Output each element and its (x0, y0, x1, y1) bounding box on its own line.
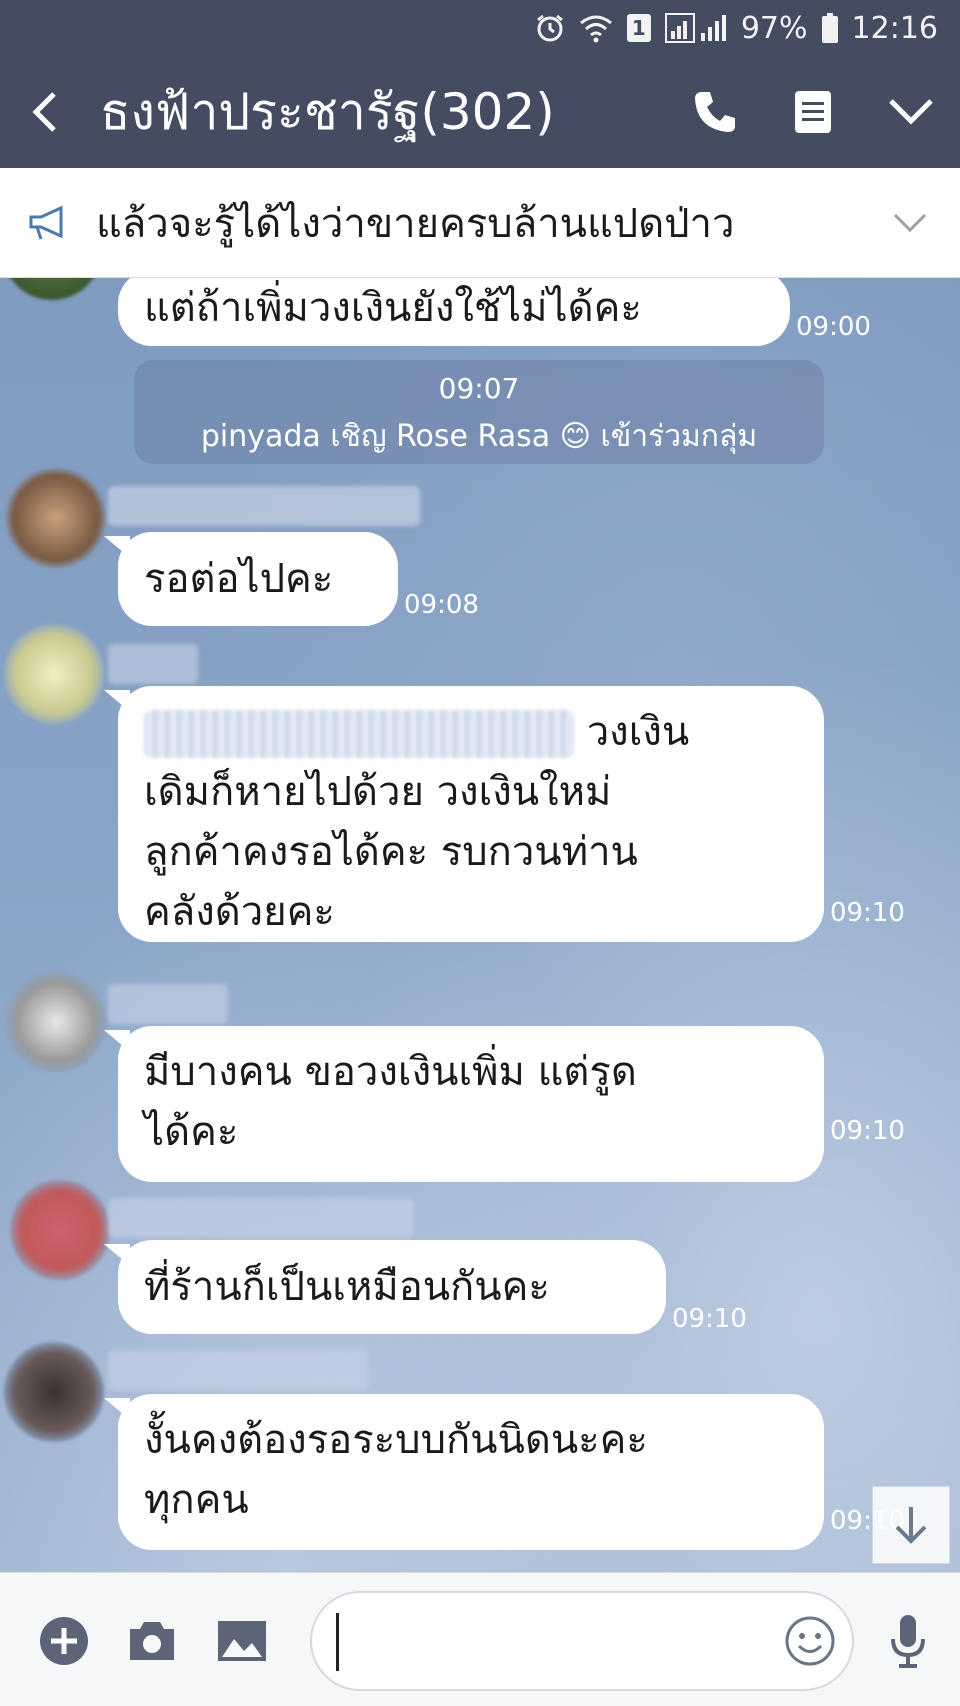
notes-button[interactable] (764, 56, 862, 168)
message-text: ลูกค้าคงรอได้คะ รบกวนท่าน (144, 829, 638, 875)
message-bubble[interactable]: งั้นคงต้องรอระบบกันนิดนะคะ ทุกคน (104, 1394, 824, 1550)
avatar[interactable] (4, 624, 104, 724)
message-text: มีบางคน ขอวงเงินเพิ่ม แต่รูด (144, 1049, 637, 1095)
avatar[interactable] (2, 278, 102, 300)
message-text: ที่ร้านก็เป็นเหมือนกันคะ (144, 1264, 550, 1310)
announcement-bar[interactable]: แล้วจะรู้ได้ไงว่าขายครบล้านแปดป่าว (0, 168, 960, 278)
image-button[interactable] (210, 1609, 274, 1673)
chat-area[interactable]: แต่ถ้าเพิ่มวงเงินยังใช้ไม่ได้คะ 09:00 09… (0, 278, 960, 1572)
add-button[interactable] (32, 1609, 96, 1673)
back-button[interactable] (0, 56, 90, 168)
battery-icon (821, 13, 838, 43)
menu-icon (795, 91, 831, 133)
system-message: 09:07 pinyada เชิญ Rose Rasa 😊 เข้าร่วมก… (134, 360, 824, 464)
text-caret (336, 1613, 339, 1671)
sender-name (108, 1198, 414, 1238)
plus-icon (40, 1617, 88, 1665)
system-message-text: pinyada เชิญ Rose Rasa 😊 เข้าร่วมกลุ่ม (200, 419, 758, 454)
avatar[interactable] (4, 1342, 104, 1442)
emoji-button[interactable] (778, 1609, 842, 1673)
message-bubble[interactable]: แต่ถ้าเพิ่มวงเงินยังใช้ไม่ได้คะ (118, 278, 790, 346)
message-time: 09:08 (404, 590, 479, 620)
message-text: รอต่อไปคะ (144, 556, 334, 602)
battery-percent: 97% (740, 10, 808, 46)
emoji-icon (785, 1616, 835, 1666)
signal-icon (664, 13, 727, 43)
status-time: 12:16 (851, 10, 938, 46)
sender-name (108, 644, 198, 684)
sender-name (108, 486, 420, 526)
announcement-text: แล้วจะรู้ได้ไงว่าขายครบล้านแปดป่าว (96, 200, 735, 247)
message-text: แต่ถ้าเพิ่มวงเงินยังใช้ไม่ได้คะ (144, 285, 642, 331)
avatar[interactable] (10, 1180, 110, 1280)
sender-name (108, 984, 228, 1024)
camera-icon (130, 1622, 174, 1660)
message-text: คลังด้วยคะ (144, 889, 335, 935)
chat-header: ธงฟ้าประชารัฐ(302) (0, 56, 960, 168)
message-input[interactable] (310, 1591, 854, 1691)
message-time: 09:10 (830, 1116, 905, 1146)
message-text: ทุกคน (144, 1477, 249, 1523)
status-bar: 1 97% 12:16 (0, 0, 960, 56)
mention-tag[interactable] (144, 710, 574, 758)
mic-icon (891, 1615, 925, 1668)
system-message-time: 09:07 (438, 372, 520, 405)
scroll-down-arrow-icon (895, 1507, 927, 1544)
message-bubble[interactable]: รอต่อไปคะ (104, 532, 398, 626)
message-line: วงเงิน (144, 702, 798, 762)
alarm-icon (535, 13, 565, 43)
scroll-down-button[interactable] (872, 1486, 950, 1564)
wifi-icon (579, 13, 613, 43)
megaphone-icon (0, 205, 96, 241)
avatar[interactable] (6, 468, 106, 568)
message-input-bar (0, 1572, 960, 1706)
message-time: 09:10 (672, 1304, 747, 1334)
message-text: เดิมก็หายไปด้วย วงเงินใหม่ (144, 769, 612, 815)
expand-menu-button[interactable] (862, 56, 960, 168)
message-text: งั้นคงต้องรอระบบกันนิดนะคะ (144, 1417, 648, 1463)
sender-name (108, 1350, 368, 1390)
message-bubble[interactable]: วงเงิน เดิมก็หายไปด้วย วงเงินใหม่ ลูกค้า… (104, 686, 824, 942)
message-time: 09:10 (830, 898, 905, 928)
sim-badge: 1 (626, 14, 651, 42)
message-time: 09:00 (796, 312, 871, 342)
back-chevron-icon (32, 92, 56, 132)
call-button[interactable] (666, 56, 764, 168)
message-bubble[interactable]: ที่ร้านก็เป็นเหมือนกันคะ (104, 1240, 666, 1334)
avatar[interactable] (6, 972, 106, 1072)
voice-button[interactable] (876, 1609, 940, 1673)
phone-icon (695, 92, 735, 132)
image-icon (218, 1621, 266, 1661)
announcement-expand-icon[interactable] (860, 212, 960, 234)
message-text: ได้คะ (144, 1109, 239, 1155)
chat-title: ธงฟ้าประชารัฐ(302) (100, 82, 555, 141)
message-bubble[interactable]: มีบางคน ขอวงเงินเพิ่ม แต่รูด ได้คะ (104, 1026, 824, 1182)
message-text: วงเงิน (586, 709, 690, 755)
chevron-down-icon (889, 99, 933, 125)
camera-button[interactable] (120, 1609, 184, 1673)
